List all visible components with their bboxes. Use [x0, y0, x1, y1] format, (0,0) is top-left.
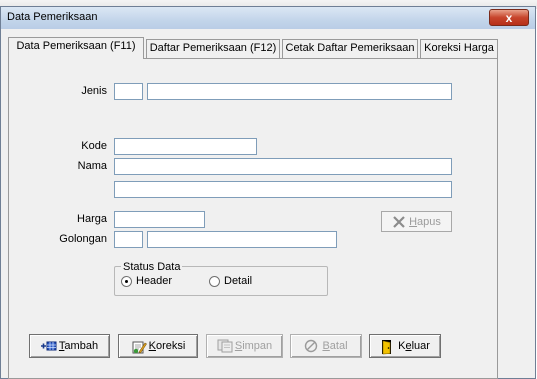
radio-unselected-icon	[209, 275, 220, 287]
edit-record-icon	[131, 339, 147, 354]
radio-detail-label: Detail	[224, 275, 253, 287]
simpan-label: Simpan	[234, 340, 273, 352]
close-button[interactable]: x	[489, 9, 529, 26]
kode-field[interactable]	[114, 138, 257, 155]
harga-label: Harga	[77, 213, 107, 225]
koreksi-button[interactable]: Koreksi	[118, 334, 198, 358]
save-icon	[217, 339, 233, 353]
nama-label: Nama	[77, 160, 107, 172]
radio-header[interactable]: Header	[121, 275, 172, 287]
golongan-name-field[interactable]	[147, 231, 337, 248]
kode-label: Kode	[81, 140, 107, 152]
nama-field[interactable]	[114, 158, 452, 175]
keluar-button[interactable]: Keluar	[369, 334, 441, 358]
radio-detail[interactable]: Detail	[209, 275, 252, 287]
tab-data-pemeriksaan[interactable]: Data Pemeriksaan (F11)	[8, 37, 144, 59]
batal-button[interactable]: Batal	[290, 334, 362, 358]
tab-daftar-pemeriksaan[interactable]: Daftar Pemeriksaan (F12)	[146, 39, 280, 58]
golongan-code-field[interactable]	[114, 231, 143, 248]
delete-x-icon	[392, 215, 406, 229]
tab-label: Data Pemeriksaan (F11)	[16, 40, 136, 52]
jenis-name-field[interactable]	[147, 83, 452, 100]
simpan-button[interactable]: Simpan	[206, 334, 283, 358]
tab-cetak-daftar[interactable]: Cetak Daftar Pemeriksaan	[282, 39, 418, 58]
hapus-button[interactable]: Hapus	[381, 211, 452, 232]
tab-label: Koreksi Harga	[424, 42, 494, 54]
close-icon: x	[505, 10, 513, 25]
radio-selected-icon	[121, 275, 132, 287]
tambah-button[interactable]: Tambah	[29, 334, 110, 358]
tab-label: Cetak Daftar Pemeriksaan	[285, 42, 415, 54]
dialog-window: Data Pemeriksaan x Data Pemeriksaan (F11…	[0, 6, 536, 379]
tab-koreksi-harga[interactable]: Koreksi Harga	[420, 39, 498, 58]
tab-label: Daftar Pemeriksaan (F12)	[149, 42, 277, 54]
radio-header-label: Header	[136, 275, 173, 287]
cancel-icon	[304, 339, 318, 353]
nama-second-field[interactable]	[114, 181, 452, 198]
jenis-code-field[interactable]	[114, 83, 143, 100]
harga-field[interactable]	[114, 211, 205, 228]
tambah-label: Tambah	[58, 340, 99, 352]
koreksi-label: Koreksi	[148, 340, 186, 352]
add-record-icon	[40, 339, 57, 353]
batal-label: Batal	[322, 340, 348, 352]
hapus-label: Hapus	[409, 215, 441, 228]
keluar-label: Keluar	[398, 340, 430, 352]
golongan-label: Golongan	[59, 233, 107, 245]
jenis-label: Jenis	[81, 85, 107, 97]
window-title: Data Pemeriksaan	[7, 11, 98, 23]
title-bar: Data Pemeriksaan x	[1, 7, 535, 29]
status-data-legend: Status Data	[121, 261, 183, 273]
exit-door-icon	[380, 339, 394, 355]
